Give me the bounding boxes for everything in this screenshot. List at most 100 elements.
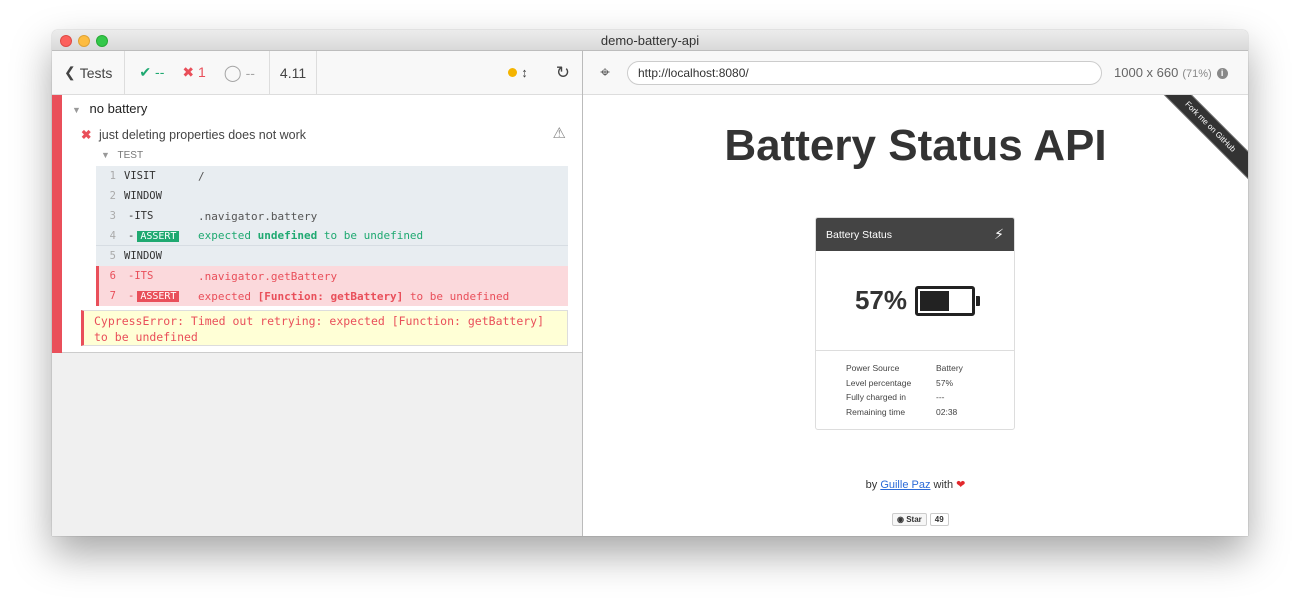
aut-panel: ⌖ http://localhost:8080/ 1000 x 660 (71%)… <box>583 51 1248 536</box>
suite-row[interactable]: ▼ no battery <box>72 101 147 116</box>
failed-count: 1 <box>198 64 206 80</box>
command-row[interactable]: 2 WINDOW <box>96 186 568 206</box>
message-prefix: expected <box>198 229 251 242</box>
battery-icon <box>915 285 981 316</box>
battery-display: 57% <box>816 251 1014 351</box>
command-name: - ASSERT <box>124 230 198 242</box>
status-dot-icon <box>508 68 518 77</box>
command-number: 4 <box>109 229 116 242</box>
lightning-icon: ⚡︎ <box>994 226 1004 242</box>
star-count[interactable]: 49 <box>929 513 949 526</box>
pending-circle-icon: ◯ <box>223 64 242 82</box>
close-window-button[interactable] <box>60 35 72 47</box>
command-row[interactable]: 3 -ITS .navigator.battery <box>96 206 568 226</box>
zoom-window-button[interactable] <box>96 35 108 47</box>
battery-details: Power Source Battery Level percentage 57% … <box>816 351 1014 419</box>
heart-icon: ❤ <box>956 479 966 491</box>
command-name: - ASSERT <box>124 290 198 302</box>
detail-value: --- <box>936 392 945 403</box>
chevron-left-icon: ❮ <box>64 64 76 80</box>
command-number: 7 <box>109 290 116 302</box>
pending-count: -- <box>245 64 255 81</box>
pending-stat: ◯ -- <box>224 63 255 83</box>
selector-playground-icon[interactable]: ⌖ <box>595 63 615 83</box>
error-message[interactable]: CypressError: Timed out retrying: expect… <box>81 310 568 346</box>
star-label: Star <box>906 515 922 524</box>
viewport-size: 1000 x 660 <box>1114 65 1179 80</box>
passed-stat: ✔ -- <box>139 64 164 81</box>
tests-label: Tests <box>79 64 113 81</box>
battery-card: Battery Status ⚡︎ 57% Power Source Batter… <box>815 217 1015 430</box>
title-bar: demo-battery-api <box>52 30 1248 51</box>
tests-button[interactable]: ❮ Tests <box>52 51 126 94</box>
info-icon[interactable]: i <box>1216 68 1228 80</box>
failed-indicator-bar <box>52 95 62 353</box>
command-message: .navigator.battery <box>198 209 318 223</box>
detail-row: Power Source Battery <box>846 361 1014 376</box>
detail-label: Power Source <box>846 363 900 374</box>
card-header: Battery Status ⚡︎ <box>816 218 1014 251</box>
window-title: demo-battery-api <box>600 33 700 48</box>
message-value: [Function: getBattery] <box>257 289 404 303</box>
reports-panel: ▼ no battery ✖ just deleting properties … <box>52 95 582 353</box>
detail-value: 02:38 <box>936 406 958 417</box>
battery-tip <box>976 295 981 306</box>
command-number: 6 <box>109 270 116 282</box>
star-button[interactable]: ◉ Star <box>892 513 927 526</box>
caret-down-icon: ▼ <box>101 150 110 160</box>
command-row[interactable]: 1 VISIT / <box>96 166 568 186</box>
duration: 4.11 <box>270 51 318 94</box>
command-row[interactable]: 4 - ASSERT expected undefined to be undef… <box>96 226 568 246</box>
battery-level-fill <box>920 290 949 311</box>
command-name: -ITS <box>128 270 154 282</box>
check-icon: ✔ <box>139 64 152 80</box>
command-prefix: - <box>128 229 135 242</box>
command-log: 1 VISIT / 2 WINDOW 3 -ITS .navigator.bat… <box>96 166 568 306</box>
author-link[interactable]: Guille Paz <box>880 479 930 491</box>
browser-window: demo-battery-api ❮ Tests ✔ -- ✖ 1 ◯ -- 4… <box>52 30 1248 536</box>
github-star-widget: ◉ Star 49 <box>892 513 949 526</box>
runner-header: ❮ Tests ✔ -- ✖ 1 ◯ -- 4.11 ↕ ↻ <box>52 51 582 95</box>
passed-count: -- <box>155 64 165 80</box>
battery-percentage: 57% <box>854 285 908 315</box>
x-icon: ✖ <box>182 64 195 80</box>
test-section-toggle[interactable]: ▼ TEST <box>101 150 143 161</box>
x-icon: ✖ <box>81 128 92 142</box>
assert-badge: ASSERT <box>137 230 180 242</box>
warning-icon[interactable]: ⚠ <box>553 124 566 142</box>
command-name: VISIT <box>124 170 156 182</box>
test-row[interactable]: ✖ just deleting properties does not work <box>81 127 306 142</box>
detail-value: 57% <box>936 377 954 388</box>
github-icon: ◉ <box>897 515 904 524</box>
viewport-info: 1000 x 660 (71%) i <box>1114 65 1228 80</box>
command-row-failed[interactable]: 6 -ITS .navigator.getBattery <box>96 266 568 286</box>
assert-badge: ASSERT <box>137 291 180 302</box>
detail-row: Fully charged in --- <box>846 390 1014 405</box>
auto-scroll-toggle[interactable]: ↕ <box>508 65 528 80</box>
command-message: .navigator.getBattery <box>198 269 338 283</box>
byline-suffix: with <box>933 479 954 491</box>
command-number: 5 <box>109 250 116 262</box>
command-number: 2 <box>109 190 116 202</box>
command-row-failed[interactable]: 7 - ASSERT expected [Function: getBattery… <box>96 286 568 306</box>
suite-title: no battery <box>89 101 148 116</box>
message-prefix: expected <box>198 289 251 303</box>
message-value: undefined <box>257 229 318 242</box>
message-suffix: to be undefined <box>409 289 510 303</box>
test-section-label: TEST <box>117 150 144 161</box>
runner-panel: ❮ Tests ✔ -- ✖ 1 ◯ -- 4.11 ↕ ↻ ▼ no batt… <box>52 51 583 536</box>
command-name: -ITS <box>128 210 154 222</box>
command-message: expected [Function: getBattery] to be un… <box>198 290 509 303</box>
command-row[interactable]: 5 WINDOW <box>96 246 568 266</box>
failed-stat: ✖ 1 <box>182 64 205 81</box>
card-title: Battery Status <box>826 228 892 241</box>
command-number: 3 <box>109 210 116 222</box>
restart-icon[interactable]: ↻ <box>556 63 570 83</box>
viewport-scale: (71%) <box>1182 68 1212 80</box>
url-bar[interactable]: http://localhost:8080/ <box>627 60 1102 85</box>
command-number: 1 <box>109 170 116 182</box>
app-iframe: Fork me on GitHub Battery Status API Bat… <box>583 95 1248 535</box>
test-title: just deleting properties does not work <box>98 128 307 142</box>
duration-value: 4.11 <box>279 64 307 81</box>
minimize-window-button[interactable] <box>78 35 90 47</box>
